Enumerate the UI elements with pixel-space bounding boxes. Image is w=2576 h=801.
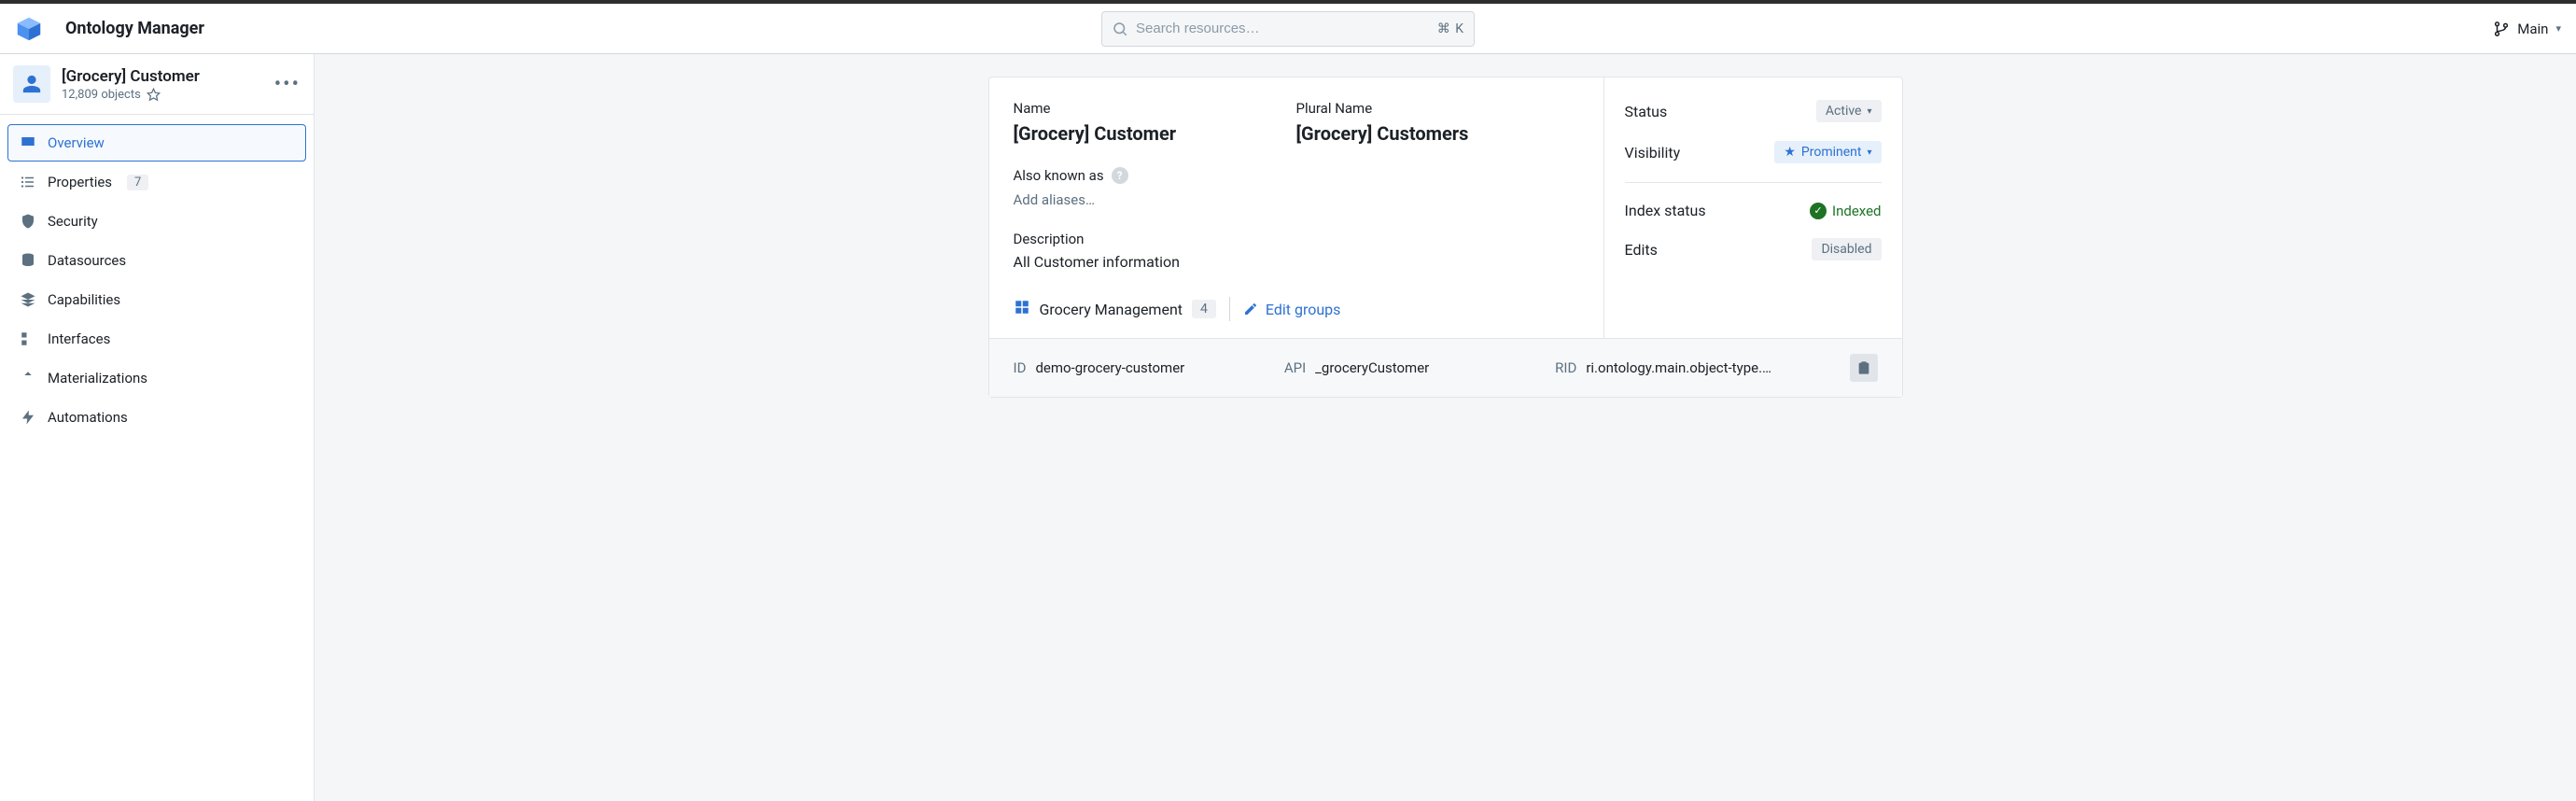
visibility-value: Prominent [1801, 145, 1862, 160]
shield-icon [20, 213, 36, 230]
edits-value: Disabled [1812, 238, 1881, 260]
copy-rid-button[interactable] [1850, 354, 1878, 382]
name-value: [Grocery] Customer [1014, 122, 1296, 145]
plural-value: [Grocery] Customers [1296, 122, 1579, 145]
index-status-label: Index status [1625, 202, 1706, 219]
global-search[interactable]: ⌘ K [1101, 11, 1475, 47]
add-aliases-button[interactable]: Add aliases… [1014, 191, 1096, 208]
status-selector[interactable]: Active ▾ [1816, 100, 1882, 122]
edit-groups-label: Edit groups [1266, 301, 1341, 318]
group-count: 4 [1192, 300, 1216, 318]
properties-count-badge: 7 [127, 175, 148, 190]
sidebar-item-label: Overview [48, 134, 105, 151]
api-value: _groceryCustomer [1315, 359, 1429, 376]
check-circle-icon: ✓ [1810, 203, 1827, 219]
sidebar-item-label: Interfaces [48, 330, 110, 347]
sidebar-item-security[interactable]: Security [7, 203, 306, 240]
divider [1229, 297, 1230, 321]
branch-selector[interactable]: Main ▾ [2493, 21, 2561, 37]
cube-icon [16, 16, 42, 42]
entity-more-button[interactable]: ••• [274, 73, 301, 96]
sidebar-item-overview[interactable]: Overview [7, 124, 306, 162]
upload-icon [20, 370, 36, 386]
help-icon[interactable]: ? [1112, 167, 1128, 184]
caret-down-icon: ▾ [1867, 148, 1871, 158]
star-icon: ★ [1784, 145, 1796, 160]
rid-value: ri.ontology.main.object-type.… [1586, 359, 1771, 376]
sidebar-item-label: Materializations [48, 370, 147, 386]
search-shortcut: ⌘ K [1437, 21, 1464, 36]
description-value: All Customer information [1014, 253, 1579, 271]
sidebar: [Grocery] Customer 12,809 objects ••• Ov… [0, 54, 315, 801]
app-logo[interactable] [15, 15, 43, 43]
id-label: ID [1014, 359, 1027, 376]
sidebar-item-label: Datasources [48, 252, 126, 269]
database-icon [20, 252, 36, 269]
caret-down-icon: ▾ [1867, 106, 1871, 117]
aka-label: Also known as [1014, 167, 1104, 184]
api-label: API [1284, 359, 1306, 376]
divider [1625, 182, 1882, 183]
search-input[interactable] [1136, 21, 1430, 36]
branch-label: Main [2517, 21, 2548, 37]
list-icon [20, 174, 36, 190]
sidebar-item-label: Automations [48, 409, 128, 426]
sidebar-item-label: Capabilities [48, 291, 120, 308]
sidebar-item-datasources[interactable]: Datasources [7, 242, 306, 279]
sidebar-item-label: Properties [48, 174, 112, 190]
person-icon [21, 74, 42, 94]
entity-type-icon [13, 65, 50, 103]
entity-header: [Grocery] Customer 12,809 objects ••• [0, 54, 314, 115]
sidebar-item-interfaces[interactable]: Interfaces [7, 320, 306, 358]
group-chip[interactable]: Grocery Management 4 [1014, 299, 1216, 319]
description-label: Description [1014, 231, 1579, 247]
sidebar-item-automations[interactable]: Automations [7, 399, 306, 436]
edit-groups-button[interactable]: Edit groups [1243, 301, 1341, 318]
clipboard-icon [1856, 360, 1871, 375]
sidebar-item-capabilities[interactable]: Capabilities [7, 281, 306, 318]
index-status-value: ✓ Indexed [1810, 203, 1882, 219]
sidebar-nav: Overview Properties 7 Security Datasour [0, 115, 314, 445]
edits-label: Edits [1625, 241, 1658, 259]
bolt-icon [20, 409, 36, 426]
entity-count: 12,809 objects [62, 88, 141, 102]
entity-title: [Grocery] Customer [62, 67, 263, 86]
group-name: Grocery Management [1040, 301, 1183, 318]
monitor-icon [20, 134, 36, 151]
identifiers-footer: ID demo-grocery-customer API _groceryCus… [989, 338, 1902, 397]
visibility-selector[interactable]: ★ Prominent ▾ [1774, 141, 1881, 163]
overview-card: Name [Grocery] Customer Plural Name [Gro… [988, 77, 1903, 398]
rid-label: RID [1555, 359, 1576, 376]
main-content: Name [Grocery] Customer Plural Name [Gro… [315, 54, 2576, 801]
branch-icon [2493, 21, 2510, 37]
app-title: Ontology Manager [65, 19, 204, 38]
sidebar-item-properties[interactable]: Properties 7 [7, 163, 306, 201]
app-header: Ontology Manager ⌘ K Main ▾ [0, 4, 2576, 54]
grid-icon [1014, 299, 1030, 319]
star-icon[interactable] [147, 88, 161, 102]
pencil-icon [1243, 302, 1258, 316]
status-value: Active [1826, 104, 1862, 119]
sidebar-item-label: Security [48, 213, 98, 230]
layers-icon [20, 291, 36, 308]
status-label: Status [1625, 103, 1668, 120]
search-icon [1112, 21, 1128, 37]
id-value: demo-grocery-customer [1035, 359, 1184, 376]
caret-down-icon: ▾ [2555, 22, 2561, 35]
plural-label: Plural Name [1296, 100, 1579, 117]
name-label: Name [1014, 100, 1296, 117]
interfaces-icon [20, 330, 36, 347]
visibility-label: Visibility [1625, 144, 1681, 162]
sidebar-item-materializations[interactable]: Materializations [7, 359, 306, 397]
